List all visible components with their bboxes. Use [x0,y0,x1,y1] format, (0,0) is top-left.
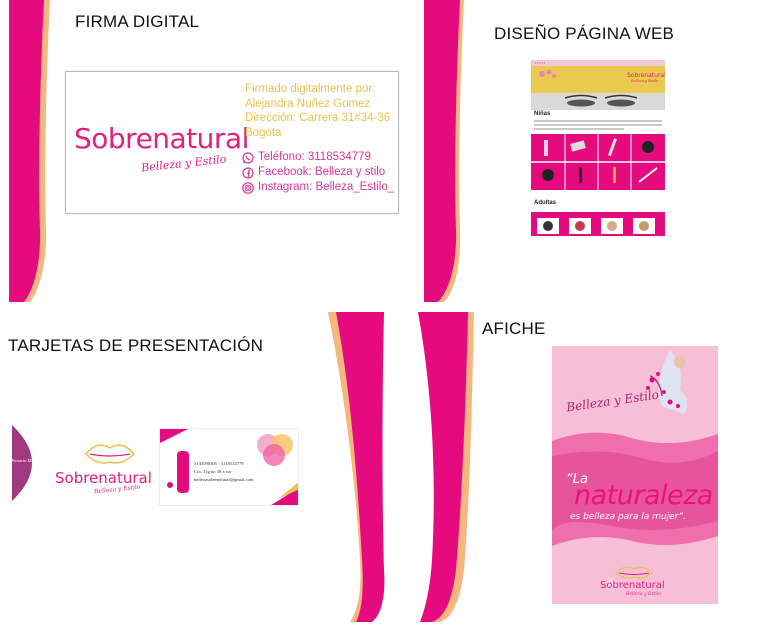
decorative-band-left-top [9,0,50,302]
section-title-firma: FIRMA DIGITAL [75,12,200,31]
web-hero-flower-icon [539,69,556,78]
card-phone: 3144090305 · 3118534779 [194,461,244,466]
product-thumbnails-adultas [537,218,655,234]
web-hero-tagline: Belleza y Estilo [631,79,659,83]
instagram-icon [242,181,254,194]
poster-brand-tagline: Belleza y Estilo [626,592,661,597]
web-paragraph [534,120,662,122]
contact-phone: Teléfono: 3118534779 [242,150,394,165]
signature-line: Dirección: Carrera 31#34-36 [245,112,391,124]
whatsapp-icon [242,151,254,164]
section-title-afiche: AFICHE [482,319,546,338]
section-title-tarjetas: TARJETAS DE PRESENTACIÓN [8,336,264,355]
web-paragraph [534,128,624,130]
poster-quote-main: naturaleza [574,480,713,511]
poster-brand-name: Sobrenatural [600,580,665,591]
eye-image [564,94,638,107]
lips-logo-icon [84,444,136,464]
signature-card: Sobrenatural Belleza y Estilo Firmado di… [65,71,399,214]
card-front-purple-shape [12,425,32,501]
web-paragraph [534,124,662,126]
web-hero-face-image [531,93,665,110]
facebook-icon [242,166,254,179]
card-holder-name: Rosario Márquez [12,458,44,463]
contact-instagram-text: Instagram: Belleza_Estilo_ [258,181,395,193]
contact-instagram: Instagram: Belleza_Estilo_ [242,180,394,195]
decorative-band-center-top [424,0,464,302]
card-email: bellezasobrenatural@gmail.com [194,477,254,482]
web-page-mockup: ▪ ▪ ▪ ▪ ▪ Sobrenatural Belleza y Estilo … [531,60,665,236]
poster-quote-end: es belleza para la mujer”. [570,512,686,522]
web-products-grid-ninas [531,134,665,190]
product-thumbnails [531,134,665,190]
brand-logo-text: Sobrenatural [74,122,249,155]
contact-facebook-text: Facebook: Belleza y stilo [258,166,386,178]
contact-facebook: Facebook: Belleza y stilo [242,165,394,180]
web-products-grid-adultas [531,212,665,236]
decorative-band-center-right [418,312,474,622]
signature-contacts: Teléfono: 3118534779 Facebook: Belleza y… [242,150,394,195]
poster: Belleza y Estilo “La naturaleza es belle… [552,346,718,604]
business-card-front: Rosario Márquez Sobrenatural Belleza y E… [12,425,157,501]
business-card-back: 3144090305 · 3118534779 Cra. 31g no 38 a… [159,428,299,506]
poster-lips-logo-icon [614,566,654,579]
web-section-ninas: Niñas [534,111,551,117]
signature-line: Bogota [245,126,282,139]
web-section-adultas: Adultas [534,200,557,206]
brand-tagline: Belleza y Estilo [140,152,227,175]
signature-details: Firmado digitalmente por: Alejandra Nuñe… [245,82,397,140]
signature-line: Firmado digitalmente por: [245,83,376,95]
signature-line: Alejandra Nuñez Gomez [245,97,371,110]
web-hero-logo: Sobrenatural [627,72,665,79]
card-address: Cra. 31g no 38 a sur [194,469,232,474]
contact-phone-text: Teléfono: 3118534779 [258,151,371,163]
section-title-web: DISEÑO PÁGINA WEB [494,24,675,43]
card-back-corner-shapes [160,429,298,505]
decorative-band-center-left [328,312,385,622]
